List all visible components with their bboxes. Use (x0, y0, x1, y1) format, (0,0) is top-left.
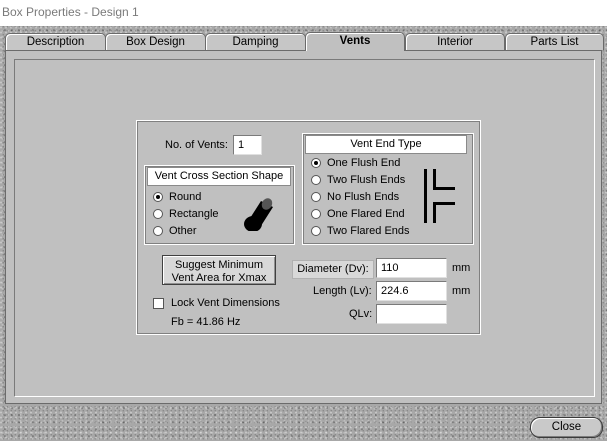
radio-rectangle-label: Rectangle (169, 208, 219, 220)
radio-other-label: Other (169, 225, 197, 237)
cross-section-title: Vent Cross Section Shape (147, 167, 291, 186)
tab-vents[interactable]: Vents (305, 32, 405, 51)
radio-two-flush-ends-dot (311, 175, 321, 185)
length-unit: mm (452, 285, 471, 297)
radio-no-flush-ends-dot (311, 192, 321, 202)
suggest-min-vent-area-button[interactable]: Suggest Minimum Vent Area for Xmax (162, 255, 276, 285)
radio-round[interactable]: Round (153, 191, 201, 203)
num-vents-label: No. of Vents: (165, 139, 228, 151)
tab-box-design[interactable]: Box Design (105, 33, 206, 50)
radio-rectangle[interactable]: Rectangle (153, 208, 219, 220)
radio-round-label: Round (169, 191, 202, 203)
diameter-unit: mm (452, 262, 471, 274)
qlv-input[interactable] (376, 304, 447, 324)
window-title: Box Properties - Design 1 (2, 5, 139, 19)
radio-other-dot (153, 226, 163, 236)
radio-no-flush-ends[interactable]: No Flush Ends (311, 191, 399, 203)
qlv-label: QLv: (349, 308, 373, 320)
diameter-label: Diameter (Dv): (292, 260, 374, 279)
lock-checkbox-box (153, 297, 164, 309)
close-button[interactable]: Close (530, 417, 603, 438)
round-vent-icon (244, 198, 273, 231)
end-type-title: Vent End Type (305, 135, 467, 154)
radio-two-flush-ends[interactable]: Two Flush Ends (311, 174, 405, 186)
title-bar: Box Properties - Design 1 (0, 0, 607, 26)
num-vents-input[interactable]: 1 (233, 135, 262, 155)
radio-one-flared-end-label: One Flared End (327, 208, 405, 220)
radio-other[interactable]: Other (153, 225, 197, 237)
fb-readout: Fb = 41.86 Hz (171, 316, 241, 328)
radio-round-dot (153, 192, 163, 202)
radio-one-flush-end[interactable]: One Flush End (311, 157, 400, 169)
length-input[interactable]: 224.6 (376, 281, 447, 301)
tab-parts-list[interactable]: Parts List (505, 33, 604, 50)
radio-two-flared-ends-label: Two Flared Ends (327, 225, 410, 237)
tab-strip: Description Box Design Damping Vents Int… (5, 32, 604, 51)
radio-one-flush-end-label: One Flush End (327, 157, 401, 169)
radio-no-flush-ends-label: No Flush Ends (327, 191, 400, 203)
radio-one-flush-end-dot (311, 158, 321, 168)
radio-one-flared-end-dot (311, 209, 321, 219)
lock-vent-dimensions-checkbox[interactable]: Lock Vent Dimensions (153, 297, 280, 309)
lock-checkbox-label: Lock Vent Dimensions (171, 297, 280, 309)
vent-end-diagram-icon (424, 169, 455, 223)
length-label: Length (Lv): (313, 285, 372, 297)
radio-two-flared-ends-dot (311, 226, 321, 236)
radio-rectangle-dot (153, 209, 163, 219)
suggest-button-line1: Suggest Minimum (174, 259, 264, 271)
tab-interior[interactable]: Interior (405, 33, 505, 50)
radio-two-flush-ends-label: Two Flush Ends (327, 174, 406, 186)
tab-description[interactable]: Description (5, 33, 106, 50)
suggest-button-line2: Vent Area for Xmax (171, 272, 267, 284)
tab-panel-vents: No. of Vents: 1 Vent Cross Section Shape… (5, 50, 602, 404)
tab-damping[interactable]: Damping (205, 33, 306, 50)
radio-one-flared-end[interactable]: One Flared End (311, 208, 405, 220)
radio-two-flared-ends[interactable]: Two Flared Ends (311, 225, 410, 237)
diameter-input[interactable]: 110 (376, 258, 447, 278)
